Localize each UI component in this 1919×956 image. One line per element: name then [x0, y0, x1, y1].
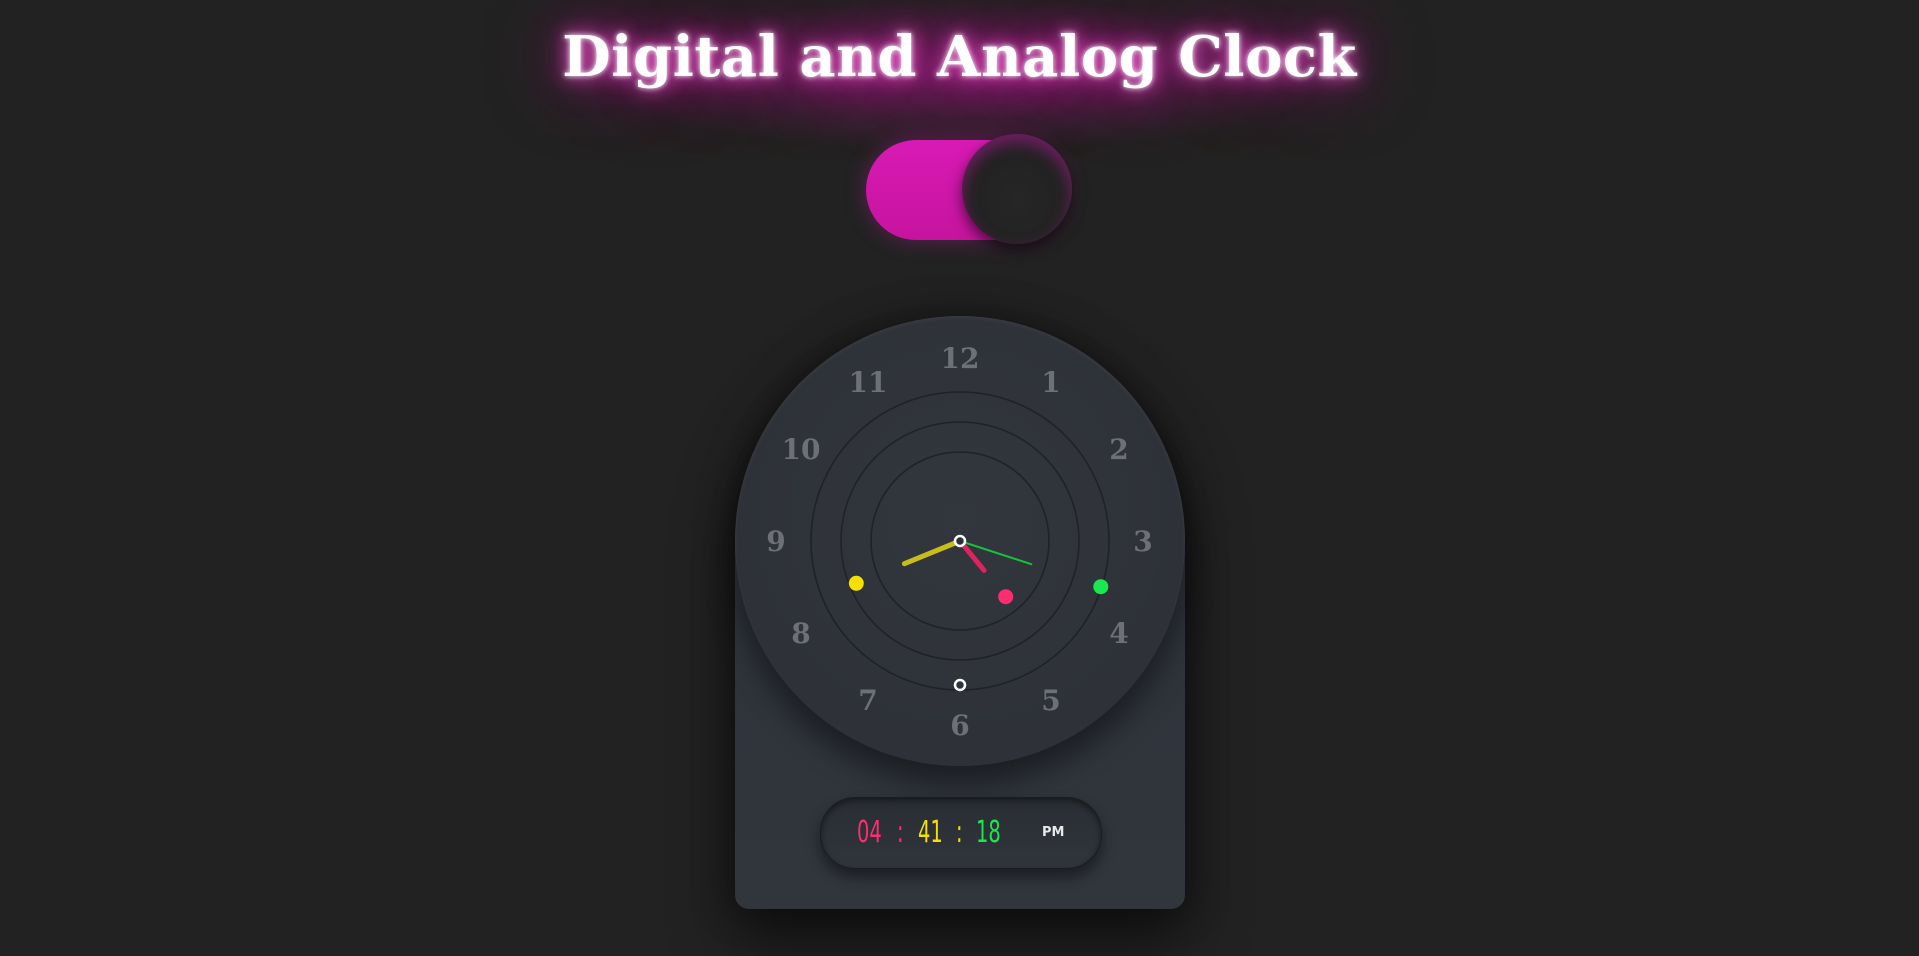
digital-clock-display: 04 : 41 : 18 PM [820, 797, 1102, 869]
second-orbit-dot [1093, 579, 1109, 595]
numeral-1: 1 [1041, 366, 1061, 399]
toggle-knob[interactable] [962, 134, 1072, 244]
pendulum-pin [953, 678, 967, 692]
digital-minutes: 41 [918, 815, 943, 850]
digital-hours: 04 [857, 815, 882, 850]
hour-orbit-dot [998, 589, 1014, 605]
minute-hand [901, 538, 963, 567]
numeral-2: 2 [1109, 433, 1129, 466]
numeral-8: 8 [791, 617, 811, 650]
numeral-3: 3 [1133, 525, 1153, 558]
minute-orbit-dot [848, 575, 864, 591]
clock-page: Digital and Analog Clock 12 1 2 3 4 5 6 … [0, 0, 1919, 956]
numeral-6: 6 [950, 709, 970, 742]
theme-toggle[interactable] [866, 134, 1072, 244]
digital-separator-1: : [897, 815, 904, 850]
center-pin [953, 534, 967, 548]
numeral-9: 9 [766, 525, 786, 558]
digital-ampm: PM [1042, 825, 1065, 840]
page-title: Digital and Analog Clock [562, 24, 1357, 90]
digital-separator-2: : [956, 815, 963, 850]
digital-seconds: 18 [976, 815, 1001, 850]
numeral-7: 7 [858, 684, 878, 717]
numeral-12: 12 [940, 342, 980, 375]
analog-clock-dial: 12 1 2 3 4 5 6 7 8 9 10 11 [735, 316, 1185, 766]
numeral-4: 4 [1109, 617, 1129, 650]
numeral-10: 10 [781, 433, 821, 466]
numeral-5: 5 [1041, 684, 1061, 717]
numeral-11: 11 [848, 366, 888, 399]
